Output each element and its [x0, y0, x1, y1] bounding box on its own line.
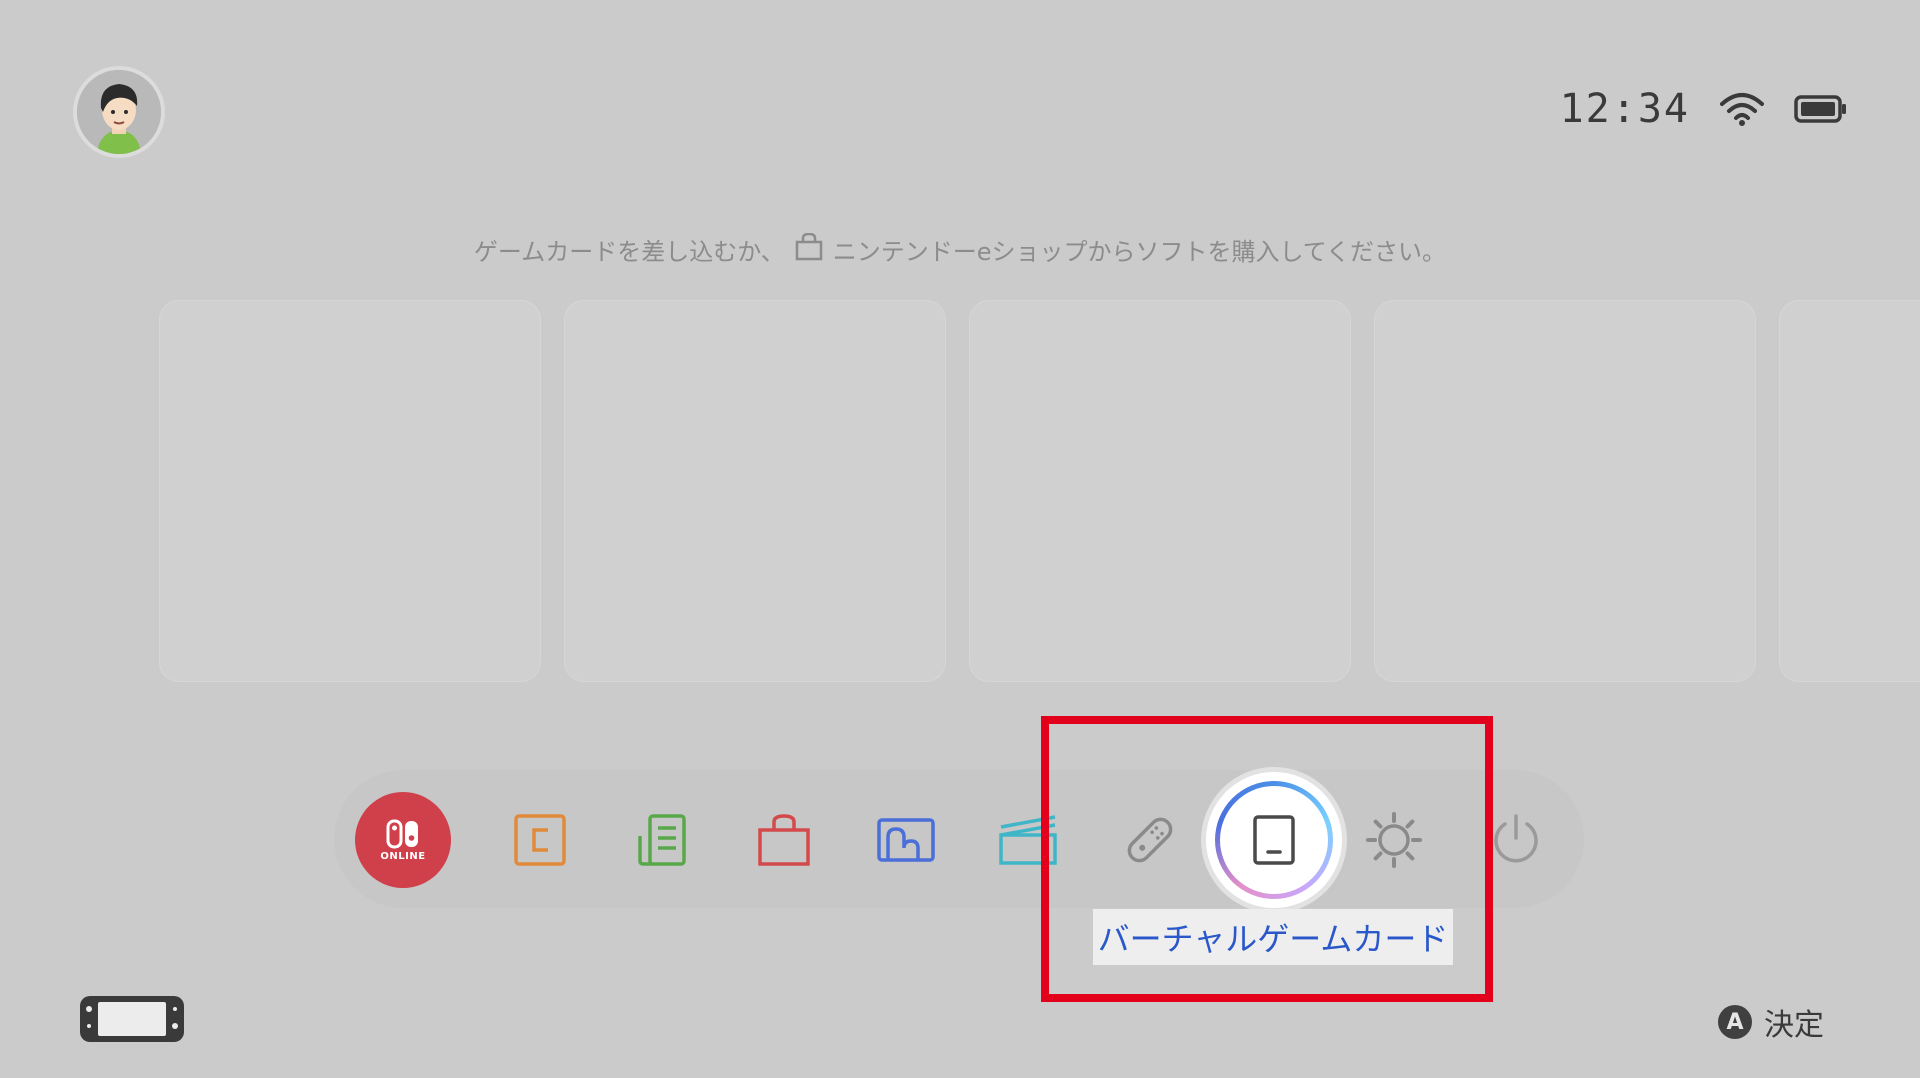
empty-game-slot[interactable] — [1779, 300, 1920, 682]
user-avatar[interactable] — [77, 70, 161, 154]
dock-album[interactable] — [858, 792, 954, 888]
nintendo-switch-online-icon: ONLINE — [355, 792, 451, 888]
insert-card-hint: ゲームカードを差し込むか、 ニンテンドーeショップからソフトを購入してください。 — [0, 232, 1920, 267]
game-tile-row — [159, 300, 1920, 682]
clock: 12:34 — [1559, 86, 1690, 132]
selection-ring — [1215, 781, 1333, 899]
dock-virtual-game-card[interactable] — [1206, 772, 1342, 908]
empty-game-slot[interactable] — [564, 300, 946, 682]
empty-game-slot[interactable] — [1374, 300, 1756, 682]
dock-game-share[interactable] — [980, 792, 1076, 888]
dock-nintendo-switch-online[interactable]: ONLINE — [355, 792, 451, 888]
mii-avatar-icon — [77, 70, 161, 154]
eshop-bag-icon — [793, 232, 825, 267]
home-screen: 12:34 ゲームカードを差し込むか、 ニンテンドーeショップからソフトを購入し… — [0, 0, 1920, 1078]
dock-power[interactable] — [1468, 792, 1564, 888]
dock-catalog[interactable] — [614, 792, 710, 888]
a-button-icon: A — [1718, 1005, 1752, 1039]
news-icon — [514, 814, 566, 866]
status-bar: 12:34 — [1560, 86, 1848, 132]
console-mode-icon — [78, 994, 186, 1048]
empty-game-slot[interactable] — [159, 300, 541, 682]
stack-icon — [999, 815, 1057, 865]
gear-icon — [1366, 812, 1422, 868]
shopping-bag-icon — [758, 814, 810, 866]
dock-settings[interactable] — [1346, 792, 1442, 888]
dock-controllers[interactable] — [1102, 792, 1198, 888]
online-label: ONLINE — [380, 850, 426, 862]
joycon-icon — [1127, 817, 1173, 863]
confirm-hint: A 決定 — [1718, 1000, 1824, 1044]
battery-icon — [1794, 94, 1848, 124]
dock-news[interactable] — [492, 792, 588, 888]
wifi-icon — [1720, 92, 1764, 126]
virtual-game-card-icon — [1253, 815, 1295, 865]
album-icon — [877, 818, 935, 862]
confirm-label: 決定 — [1764, 1008, 1824, 1043]
empty-game-slot[interactable] — [969, 300, 1351, 682]
list-icon — [638, 814, 686, 866]
hint-text-after: ニンテンドーeショップからソフトを購入してください。 — [832, 238, 1447, 266]
dock-eshop[interactable] — [736, 792, 832, 888]
selected-item-label: バーチャルゲームカード — [1093, 909, 1453, 965]
power-icon — [1494, 814, 1538, 863]
hint-text-before: ゲームカードを差し込むか、 — [473, 238, 785, 266]
